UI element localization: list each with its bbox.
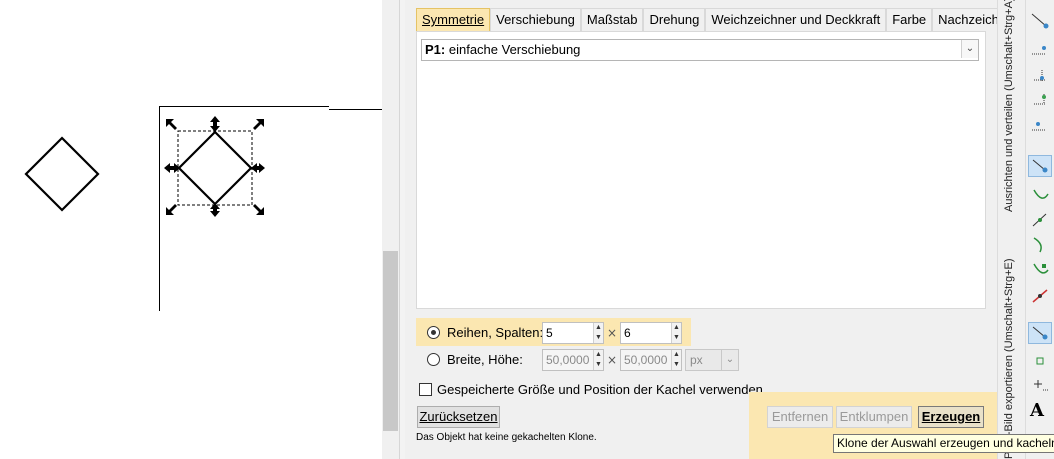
tab-content <box>416 31 986 309</box>
snap-bbox-icon <box>1032 159 1048 173</box>
snap-nodes-icon[interactable] <box>1028 10 1052 32</box>
cols-value: 6 <box>624 326 631 340</box>
snap-smooth-icon[interactable] <box>1028 184 1052 206</box>
unit-value: px <box>690 353 703 367</box>
height-input[interactable]: 50,0000 ▲ ▼ <box>620 349 682 371</box>
spin-arrows-icon[interactable]: ▲ ▼ <box>671 350 681 370</box>
spin-arrows-icon[interactable]: ▲ ▼ <box>593 323 603 343</box>
dialog-tabs: Symmetrie Verschiebung Maßstab Drehung W… <box>416 8 1027 31</box>
cols-input[interactable]: 6 ▲ ▼ <box>620 322 682 344</box>
rows-cols-label: Reihen, Spalten: <box>447 325 544 340</box>
selection-bbox <box>177 130 253 206</box>
height-value: 50,0000 <box>624 353 668 367</box>
times-symbol: × <box>607 326 618 340</box>
snap-cusp-icon[interactable] <box>1028 208 1052 230</box>
tab-png-export[interactable]: PNG-Bild exportieren (Umschalt+Strg+E) <box>1003 258 1015 459</box>
tab-symmetrie[interactable]: Symmetrie <box>416 8 491 31</box>
remove-button[interactable]: Entfernen <box>767 406 833 428</box>
status-text: Das Objekt hat keine gekachelten Klone. <box>416 432 597 443</box>
canvas-objects <box>24 116 265 217</box>
snap-intersection-icon[interactable] <box>1028 64 1052 86</box>
symmetry-select[interactable]: P1: einfache Verschiebung ⌄ <box>421 39 979 61</box>
width-height-radio[interactable] <box>427 353 440 366</box>
times-symbol: × <box>607 353 618 367</box>
spin-arrows-icon[interactable]: ▲ ▼ <box>671 323 681 343</box>
rows-value: 5 <box>546 326 553 340</box>
snap-grid-toggle[interactable] <box>1028 322 1052 344</box>
rows-cols-radio[interactable] <box>427 326 440 339</box>
symmetry-prefix: P1: <box>425 42 446 57</box>
snap-path-icon[interactable] <box>1028 40 1052 62</box>
tab-farbe[interactable]: Farbe <box>886 8 933 31</box>
snap-others-icon[interactable] <box>1028 374 1052 396</box>
tab-massstab[interactable]: Maßstab <box>580 8 644 31</box>
snap-guide-icon[interactable] <box>1028 350 1052 372</box>
create-button-tooltip: Klone der Auswahl erzeugen und kacheln <box>833 434 1054 453</box>
tab-align-distribute[interactable]: Ausrichten und verteilen (Umschalt+Strg+… <box>1003 0 1015 212</box>
width-height-label: Breite, Höhe: <box>447 352 523 367</box>
scrollbar-thumb[interactable] <box>383 251 398 431</box>
snap-perpendicular-icon[interactable] <box>1028 258 1052 280</box>
tab-drehung[interactable]: Drehung <box>643 8 706 31</box>
unclump-button[interactable]: Entklumpen <box>836 406 912 428</box>
create-button[interactable]: Erzeugen <box>918 406 984 428</box>
snap-midpoint-icon[interactable] <box>1028 88 1052 110</box>
docked-dialog-tabs: Ausrichten und verteilen (Umschalt+Strg+… <box>997 0 1026 459</box>
snap-center-icon[interactable] <box>1028 114 1052 136</box>
tab-verschiebung[interactable]: Verschiebung <box>490 8 581 31</box>
snap-text-baseline-icon[interactable]: A <box>1030 400 1044 421</box>
saved-size-label: Gespeicherte Größe und Position der Kach… <box>437 382 763 397</box>
diamond-shape <box>24 136 100 212</box>
symmetry-value: einfache Verschiebung <box>448 42 581 57</box>
selected-diamond-shape <box>177 130 253 206</box>
snap-bbox-toggle[interactable] <box>1028 155 1052 177</box>
tab-weichzeichner[interactable]: Weichzeichner und Deckkraft <box>705 8 887 31</box>
unit-select[interactable]: px ⌄ <box>685 349 739 371</box>
width-input[interactable]: 50,0000 ▲ ▼ <box>542 349 604 371</box>
snap-tangent-icon[interactable] <box>1028 232 1052 254</box>
chevron-down-icon[interactable]: ⌄ <box>961 40 978 58</box>
snap-toolbar: A <box>1025 0 1054 459</box>
saved-size-checkbox[interactable] <box>419 383 432 396</box>
snap-line-icon[interactable] <box>1028 284 1052 306</box>
chevron-down-icon[interactable]: ⌄ <box>721 350 738 370</box>
reset-button[interactable]: Zurücksetzen <box>417 406 500 428</box>
snap-grid-icon <box>1032 326 1048 340</box>
spin-arrows-icon[interactable]: ▲ ▼ <box>593 350 603 370</box>
rows-input[interactable]: 5 ▲ ▼ <box>542 322 604 344</box>
width-value: 50,0000 <box>546 353 590 367</box>
